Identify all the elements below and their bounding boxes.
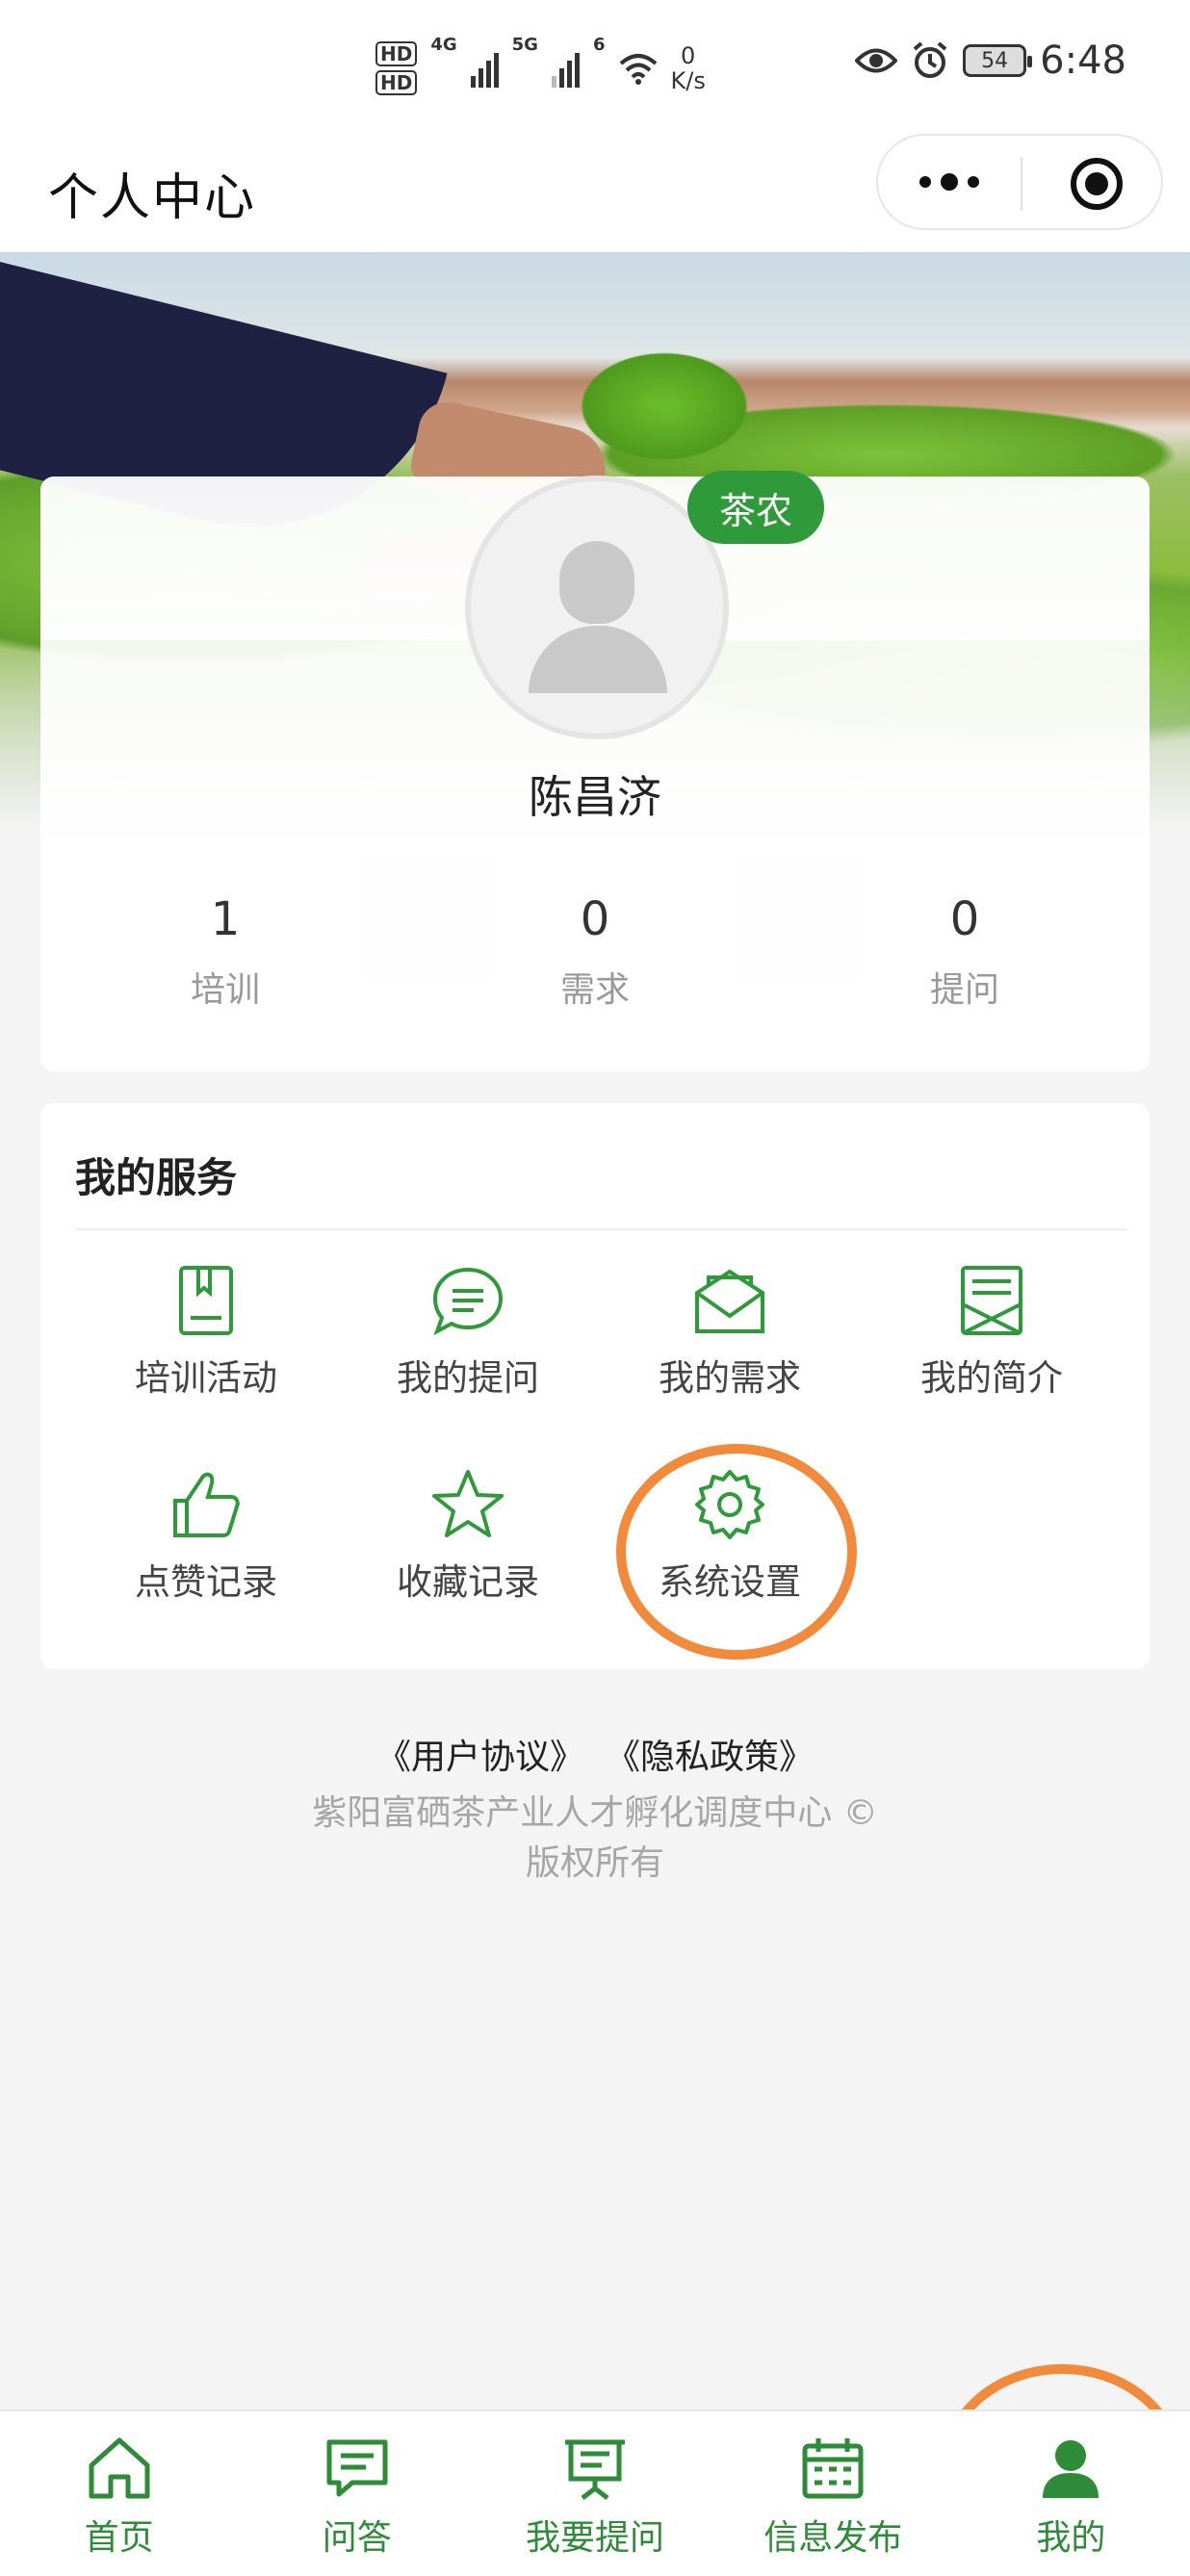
stat-demand[interactable]: 0 需求 xyxy=(410,890,780,1012)
stat-label: 需求 xyxy=(559,970,630,1010)
signal-icon xyxy=(470,49,499,88)
wifi-label: 6 xyxy=(592,35,606,55)
tab-ask-question[interactable]: 我要提问 xyxy=(476,2411,713,2576)
tab-qa[interactable]: 问答 xyxy=(238,2411,476,2576)
status-bar: HD HD 4G 5G 6 0 K/s 54 6:48 xyxy=(0,0,1190,130)
gear-icon xyxy=(695,1470,764,1539)
section-title: 我的服务 xyxy=(75,1154,238,1201)
calendar-icon xyxy=(802,2438,864,2499)
signal-icon xyxy=(551,49,580,88)
presentation-icon xyxy=(565,2439,625,2500)
service-label: 点赞记录 xyxy=(135,1561,277,1603)
tab-home[interactable]: 首页 xyxy=(0,2411,238,2576)
service-system-settings[interactable]: 系统设置 xyxy=(599,1456,861,1661)
service-label: 我的简介 xyxy=(920,1357,1063,1399)
service-my-demands[interactable]: 我的需求 xyxy=(599,1252,861,1456)
clock-time: 6:48 xyxy=(1040,39,1126,83)
divider xyxy=(75,1228,1126,1230)
stat-value: 1 xyxy=(210,892,241,946)
tab-label: 问答 xyxy=(322,2518,392,2558)
avatar-placeholder-icon xyxy=(559,541,634,624)
stat-value: 0 xyxy=(580,892,610,946)
speed-unit: K/s xyxy=(670,67,706,94)
stat-label: 培训 xyxy=(190,970,260,1010)
network-5g-label: 5G xyxy=(511,35,538,55)
capsule-divider xyxy=(1021,157,1022,211)
nav-bar: 个人中心 xyxy=(0,130,1190,252)
envelope-icon xyxy=(695,1269,764,1333)
service-my-profile[interactable]: 我的简介 xyxy=(861,1252,1123,1456)
network-speed: 0 K/s xyxy=(671,43,706,93)
hd-badges: HD HD xyxy=(375,41,418,95)
wifi-icon xyxy=(619,54,657,85)
service-training-activities[interactable]: 培训活动 xyxy=(75,1252,337,1456)
battery-icon: 54 xyxy=(963,44,1033,77)
profile-card: 茶农 陈昌济 1 培训 0 需求 0 提问 xyxy=(40,471,1150,1071)
stats-row: 1 培训 0 需求 0 提问 xyxy=(40,890,1150,1012)
user-name: 陈昌济 xyxy=(529,771,661,823)
chat-bubble-icon xyxy=(432,1267,504,1336)
privacy-policy-link[interactable]: 《隐私政策》 xyxy=(606,1729,814,1779)
hd-badge-1: HD xyxy=(375,41,418,66)
chat-icon xyxy=(326,2439,388,2497)
service-label: 我的提问 xyxy=(397,1357,539,1399)
page-title: 个人中心 xyxy=(48,169,257,227)
star-icon xyxy=(432,1470,504,1537)
home-icon xyxy=(89,2437,150,2499)
service-my-questions[interactable]: 我的提问 xyxy=(337,1252,599,1456)
tab-label: 信息发布 xyxy=(763,2518,903,2558)
network-4g-label: 4G xyxy=(430,35,457,55)
thumbs-up-icon xyxy=(173,1472,240,1537)
service-favorite-records[interactable]: 收藏记录 xyxy=(337,1456,599,1661)
book-icon xyxy=(179,1266,233,1335)
stat-value: 0 xyxy=(949,892,980,946)
miniprogram-capsule xyxy=(876,134,1163,230)
network-indicators: HD HD 4G 5G 6 0 K/s xyxy=(375,35,706,102)
tab-label: 我要提问 xyxy=(526,2518,665,2558)
my-services-card: 我的服务 培训活动 我的提问 我的需求 我的简介 点赞记录 收藏记录 系统设置 xyxy=(40,1103,1150,1669)
alarm-icon xyxy=(913,41,947,78)
footer: 《用户协议》 《隐私政策》 紫阳富硒茶产业人才孵化调度中心 © 版权所有 xyxy=(0,1729,1190,1889)
avatar-placeholder-body xyxy=(529,626,667,693)
more-button[interactable] xyxy=(878,136,1021,228)
user-agreement-link[interactable]: 《用户协议》 xyxy=(376,1729,584,1779)
service-like-records[interactable]: 点赞记录 xyxy=(75,1456,337,1661)
service-label: 培训活动 xyxy=(135,1357,277,1399)
eye-icon xyxy=(855,48,898,73)
profile-doc-icon xyxy=(961,1266,1022,1335)
copyright-line: 版权所有 xyxy=(525,1843,664,1883)
close-miniprogram-button[interactable] xyxy=(1071,158,1123,210)
role-badge: 茶农 xyxy=(687,471,824,544)
service-label: 收藏记录 xyxy=(397,1561,539,1603)
speed-value: 0 xyxy=(681,42,696,69)
stat-training[interactable]: 1 培训 xyxy=(40,890,410,1012)
hd-badge-2: HD xyxy=(375,70,418,95)
tab-label: 我的 xyxy=(1036,2518,1106,2558)
copyright: 紫阳富硒茶产业人才孵化调度中心 © 版权所有 xyxy=(0,1789,1190,1889)
services-grid: 培训活动 我的提问 我的需求 我的简介 点赞记录 收藏记录 系统设置 xyxy=(75,1252,1123,1661)
stat-questions[interactable]: 0 提问 xyxy=(780,890,1150,1012)
service-label: 我的需求 xyxy=(659,1357,801,1399)
service-label: 系统设置 xyxy=(659,1561,801,1603)
tab-publish-info[interactable]: 信息发布 xyxy=(714,2411,952,2576)
tab-label: 首页 xyxy=(84,2518,154,2558)
copyright-line: 紫阳富硒茶产业人才孵化调度中心 © xyxy=(312,1793,878,1833)
bottom-tab-bar: 首页 问答 我要提问 信息发布 我的 xyxy=(0,2409,1190,2576)
stat-label: 提问 xyxy=(929,970,999,1010)
tab-mine[interactable]: 我的 xyxy=(952,2411,1190,2576)
user-icon xyxy=(1043,2440,1099,2498)
footer-links: 《用户协议》 《隐私政策》 xyxy=(0,1729,1190,1779)
status-right: 54 6:48 xyxy=(855,39,1126,83)
